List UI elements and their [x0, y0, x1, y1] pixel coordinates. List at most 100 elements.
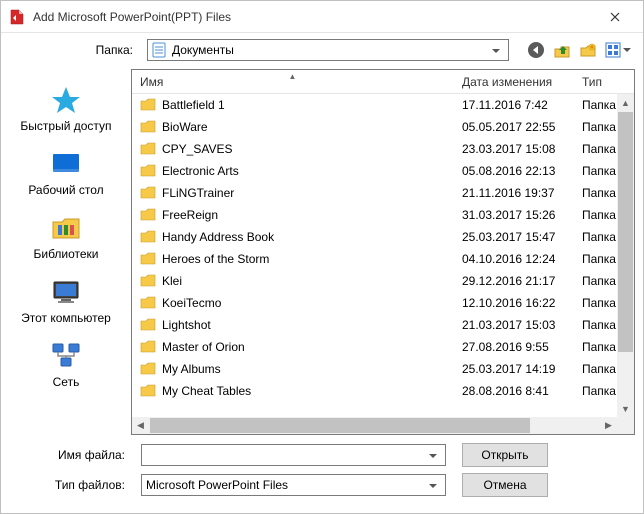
place-libraries[interactable]: Библиотеки [11, 209, 121, 267]
folder-icon [140, 208, 156, 222]
folder-icon [140, 230, 156, 244]
column-header-name[interactable]: Имя ▲ [132, 70, 454, 93]
network-icon [49, 339, 83, 373]
table-row[interactable]: KoeiTecmo12.10.2016 16:22Папка [132, 292, 634, 314]
scroll-right-icon[interactable]: ▶ [600, 417, 617, 434]
button-label: Отмена [483, 478, 526, 492]
nav-buttons [525, 39, 633, 61]
table-row[interactable]: My Cheat Tables28.08.2016 8:41Папка [132, 380, 634, 402]
column-header-type[interactable]: Тип [574, 70, 634, 93]
folder-icon [140, 252, 156, 266]
libraries-icon [49, 211, 83, 245]
table-row[interactable]: FreeReign31.03.2017 15:26Папка [132, 204, 634, 226]
table-row[interactable]: Heroes of the Storm04.10.2016 12:24Папка [132, 248, 634, 270]
place-desktop[interactable]: Рабочий стол [11, 145, 121, 203]
table-row[interactable]: Master of Orion27.08.2016 9:55Папка [132, 336, 634, 358]
table-row[interactable]: BioWare05.05.2017 22:55Папка [132, 116, 634, 138]
dialog-footer: Имя файла: Открыть Тип файлов: Microsoft… [1, 437, 643, 513]
filename-label: Имя файла: [11, 448, 141, 462]
place-network[interactable]: Сеть [11, 337, 121, 395]
horizontal-scrollbar[interactable]: ◀ ▶ [132, 417, 617, 434]
table-row[interactable]: Klei29.12.2016 21:17Папка [132, 270, 634, 292]
file-name: Heroes of the Storm [162, 252, 269, 266]
sort-asc-icon: ▲ [289, 72, 297, 81]
file-date: 21.11.2016 19:37 [454, 186, 574, 200]
scroll-thumb-v[interactable] [618, 112, 633, 352]
scroll-up-icon[interactable]: ▲ [617, 94, 634, 111]
file-name: FreeReign [162, 208, 218, 222]
close-button[interactable] [595, 1, 635, 32]
filetype-dropdown[interactable]: Microsoft PowerPoint Files [141, 474, 446, 496]
file-date: 12.10.2016 16:22 [454, 296, 574, 310]
computer-icon [49, 275, 83, 309]
file-name: My Albums [162, 362, 221, 376]
button-label: Открыть [481, 448, 528, 462]
file-name: KoeiTecmo [162, 296, 221, 310]
scroll-down-icon[interactable]: ▼ [617, 400, 634, 417]
titlebar: Add Microsoft PowerPoint(PPT) Files [1, 1, 643, 33]
scroll-thumb-h[interactable] [150, 418, 530, 433]
table-row[interactable]: Lightshot21.03.2017 15:03Папка [132, 314, 634, 336]
documents-icon [152, 42, 166, 58]
table-row[interactable]: Battlefield 117.11.2016 7:42Папка [132, 94, 634, 116]
file-date: 05.05.2017 22:55 [454, 120, 574, 134]
table-row[interactable]: FLiNGTrainer21.11.2016 19:37Папка [132, 182, 634, 204]
back-button[interactable] [525, 39, 547, 61]
folder-icon [140, 340, 156, 354]
file-name: Master of Orion [162, 340, 245, 354]
view-menu-button[interactable] [603, 39, 633, 61]
folder-label: Папка: [11, 43, 141, 57]
file-list-area: Имя ▲ Дата изменения Тип Battlefield 117… [131, 69, 635, 435]
folder-icon [140, 296, 156, 310]
column-header-label: Тип [582, 75, 602, 89]
file-name: Klei [162, 274, 182, 288]
file-date: 04.10.2016 12:24 [454, 252, 574, 266]
table-row[interactable]: Electronic Arts05.08.2016 22:13Папка [132, 160, 634, 182]
table-row[interactable]: Handy Address Book25.03.2017 15:47Папка [132, 226, 634, 248]
file-rows: Battlefield 117.11.2016 7:42Папка BioWare… [132, 94, 634, 434]
folder-dropdown[interactable]: Документы [147, 39, 509, 61]
file-date: 27.08.2016 9:55 [454, 340, 574, 354]
folder-icon [140, 164, 156, 178]
file-name: BioWare [162, 120, 208, 134]
place-label: Библиотеки [33, 247, 98, 261]
folder-icon [140, 384, 156, 398]
folder-icon [140, 142, 156, 156]
folder-icon [140, 274, 156, 288]
file-name: Handy Address Book [162, 230, 274, 244]
table-row[interactable]: CPY_SAVES23.03.2017 15:08Папка [132, 138, 634, 160]
filename-input[interactable] [141, 444, 446, 466]
column-header-label: Дата изменения [462, 75, 552, 89]
filetype-label: Тип файлов: [11, 478, 141, 492]
places-bar: Быстрый доступ Рабочий стол [1, 67, 131, 437]
vertical-scrollbar[interactable]: ▲ ▼ [617, 94, 634, 417]
file-name: CPY_SAVES [162, 142, 232, 156]
folder-icon [140, 120, 156, 134]
chevron-down-icon [425, 478, 441, 492]
folder-icon [140, 362, 156, 376]
folder-icon [140, 186, 156, 200]
place-label: Рабочий стол [28, 183, 103, 197]
scroll-corner [617, 417, 634, 434]
file-date: 21.03.2017 15:03 [454, 318, 574, 332]
open-button[interactable]: Открыть [462, 443, 548, 467]
scroll-left-icon[interactable]: ◀ [132, 417, 149, 434]
new-folder-button[interactable] [577, 39, 599, 61]
file-name: FLiNGTrainer [162, 186, 234, 200]
up-button[interactable] [551, 39, 573, 61]
file-date: 25.03.2017 14:19 [454, 362, 574, 376]
desktop-icon [49, 147, 83, 181]
dialog-body: Быстрый доступ Рабочий стол [1, 67, 643, 437]
file-name: Electronic Arts [162, 164, 239, 178]
place-quick-access[interactable]: Быстрый доступ [11, 81, 121, 139]
app-icon [9, 9, 25, 25]
cancel-button[interactable]: Отмена [462, 473, 548, 497]
place-this-pc[interactable]: Этот компьютер [11, 273, 121, 331]
column-header-date[interactable]: Дата изменения [454, 70, 574, 93]
table-row[interactable]: My Albums25.03.2017 14:19Папка [132, 358, 634, 380]
file-name: My Cheat Tables [162, 384, 251, 398]
place-label: Сеть [53, 375, 80, 389]
file-date: 25.03.2017 15:47 [454, 230, 574, 244]
star-icon [49, 83, 83, 117]
file-dialog-window: Add Microsoft PowerPoint(PPT) Files Папк… [0, 0, 644, 514]
